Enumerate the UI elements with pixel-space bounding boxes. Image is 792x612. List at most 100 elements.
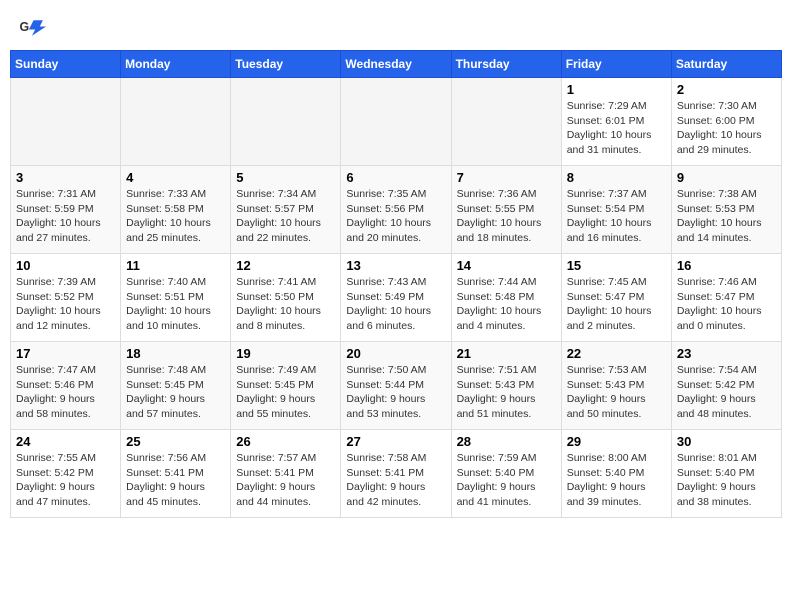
column-header-thursday: Thursday — [451, 51, 561, 78]
day-info: Sunrise: 7:49 AM Sunset: 5:45 PM Dayligh… — [236, 363, 335, 422]
calendar-cell: 12 Sunrise: 7:41 AM Sunset: 5:50 PM Dayli… — [231, 254, 341, 342]
day-info: Sunrise: 7:44 AM Sunset: 5:48 PM Dayligh… — [457, 275, 556, 334]
calendar-week-row: 1 Sunrise: 7:29 AM Sunset: 6:01 PM Daylig… — [11, 78, 782, 166]
svg-text:G: G — [20, 20, 30, 34]
calendar-cell: 8Sunrise: 7:37 AM Sunset: 5:54 PM Daylig… — [561, 166, 671, 254]
calendar-cell: 28 Sunrise: 7:59 AM Sunset: 5:40 PM Dayli… — [451, 430, 561, 518]
day-number: 28 — [457, 434, 556, 449]
day-number: 20 — [346, 346, 445, 361]
calendar-cell: 25 Sunrise: 7:56 AM Sunset: 5:41 PM Dayli… — [121, 430, 231, 518]
calendar-cell — [341, 78, 451, 166]
day-number: 12 — [236, 258, 335, 273]
day-info: Sunrise: 7:37 AM Sunset: 5:54 PM Dayligh… — [567, 187, 666, 246]
calendar-cell: 26 Sunrise: 7:57 AM Sunset: 5:41 PM Dayli… — [231, 430, 341, 518]
day-info: Sunrise: 7:47 AM Sunset: 5:46 PM Dayligh… — [16, 363, 115, 422]
logo-icon: G — [18, 14, 46, 42]
logo: G — [18, 14, 48, 38]
calendar-cell — [231, 78, 341, 166]
day-number: 22 — [567, 346, 666, 361]
day-number: 16 — [677, 258, 776, 273]
calendar-cell: 4Sunrise: 7:33 AM Sunset: 5:58 PM Daylig… — [121, 166, 231, 254]
day-info: Sunrise: 7:53 AM Sunset: 5:43 PM Dayligh… — [567, 363, 666, 422]
day-info: Sunrise: 7:48 AM Sunset: 5:45 PM Dayligh… — [126, 363, 225, 422]
calendar-cell: 23 Sunrise: 7:54 AM Sunset: 5:42 PM Dayli… — [671, 342, 781, 430]
day-info: Sunrise: 8:00 AM Sunset: 5:40 PM Dayligh… — [567, 451, 666, 510]
day-number: 26 — [236, 434, 335, 449]
day-number: 30 — [677, 434, 776, 449]
day-info: Sunrise: 7:36 AM Sunset: 5:55 PM Dayligh… — [457, 187, 556, 246]
day-number: 24 — [16, 434, 115, 449]
column-header-saturday: Saturday — [671, 51, 781, 78]
calendar-cell: 27Sunrise: 7:58 AM Sunset: 5:41 PM Dayli… — [341, 430, 451, 518]
day-info: Sunrise: 7:51 AM Sunset: 5:43 PM Dayligh… — [457, 363, 556, 422]
day-info: Sunrise: 7:40 AM Sunset: 5:51 PM Dayligh… — [126, 275, 225, 334]
calendar-cell: 21 Sunrise: 7:51 AM Sunset: 5:43 PM Dayli… — [451, 342, 561, 430]
day-number: 13 — [346, 258, 445, 273]
day-number: 21 — [457, 346, 556, 361]
day-info: Sunrise: 7:50 AM Sunset: 5:44 PM Dayligh… — [346, 363, 445, 422]
day-number: 29 — [567, 434, 666, 449]
day-number: 9 — [677, 170, 776, 185]
calendar-cell — [121, 78, 231, 166]
calendar-week-row: 10Sunrise: 7:39 AM Sunset: 5:52 PM Dayli… — [11, 254, 782, 342]
day-number: 3 — [16, 170, 115, 185]
day-number: 25 — [126, 434, 225, 449]
calendar-cell: 13Sunrise: 7:43 AM Sunset: 5:49 PM Dayli… — [341, 254, 451, 342]
day-number: 7 — [457, 170, 556, 185]
calendar-cell: 20 Sunrise: 7:50 AM Sunset: 5:44 PM Dayli… — [341, 342, 451, 430]
day-info: Sunrise: 7:31 AM Sunset: 5:59 PM Dayligh… — [16, 187, 115, 246]
calendar-cell — [451, 78, 561, 166]
calendar-cell: 30 Sunrise: 8:01 AM Sunset: 5:40 PM Dayli… — [671, 430, 781, 518]
calendar-cell: 24 Sunrise: 7:55 AM Sunset: 5:42 PM Dayli… — [11, 430, 121, 518]
day-number: 23 — [677, 346, 776, 361]
calendar-cell: 6Sunrise: 7:35 AM Sunset: 5:56 PM Daylig… — [341, 166, 451, 254]
calendar-week-row: 24 Sunrise: 7:55 AM Sunset: 5:42 PM Dayli… — [11, 430, 782, 518]
day-info: Sunrise: 7:59 AM Sunset: 5:40 PM Dayligh… — [457, 451, 556, 510]
day-info: Sunrise: 7:41 AM Sunset: 5:50 PM Dayligh… — [236, 275, 335, 334]
day-number: 5 — [236, 170, 335, 185]
calendar-cell: 19Sunrise: 7:49 AM Sunset: 5:45 PM Dayli… — [231, 342, 341, 430]
day-number: 15 — [567, 258, 666, 273]
calendar-cell: 9 Sunrise: 7:38 AM Sunset: 5:53 PM Daylig… — [671, 166, 781, 254]
calendar-cell: 22 Sunrise: 7:53 AM Sunset: 5:43 PM Dayli… — [561, 342, 671, 430]
day-info: Sunrise: 7:46 AM Sunset: 5:47 PM Dayligh… — [677, 275, 776, 334]
day-info: Sunrise: 7:54 AM Sunset: 5:42 PM Dayligh… — [677, 363, 776, 422]
calendar-cell: 7 Sunrise: 7:36 AM Sunset: 5:55 PM Daylig… — [451, 166, 561, 254]
day-info: Sunrise: 7:58 AM Sunset: 5:41 PM Dayligh… — [346, 451, 445, 510]
day-info: Sunrise: 7:29 AM Sunset: 6:01 PM Dayligh… — [567, 99, 666, 158]
calendar-cell: 18 Sunrise: 7:48 AM Sunset: 5:45 PM Dayli… — [121, 342, 231, 430]
calendar-cell: 3 Sunrise: 7:31 AM Sunset: 5:59 PM Daylig… — [11, 166, 121, 254]
day-info: Sunrise: 7:55 AM Sunset: 5:42 PM Dayligh… — [16, 451, 115, 510]
day-info: Sunrise: 7:39 AM Sunset: 5:52 PM Dayligh… — [16, 275, 115, 334]
column-header-friday: Friday — [561, 51, 671, 78]
day-number: 2 — [677, 82, 776, 97]
calendar-cell: 14Sunrise: 7:44 AM Sunset: 5:48 PM Dayli… — [451, 254, 561, 342]
day-info: Sunrise: 7:57 AM Sunset: 5:41 PM Dayligh… — [236, 451, 335, 510]
page-header: G — [10, 10, 782, 42]
day-number: 1 — [567, 82, 666, 97]
calendar-cell: 15 Sunrise: 7:45 AM Sunset: 5:47 PM Dayli… — [561, 254, 671, 342]
day-number: 18 — [126, 346, 225, 361]
calendar-week-row: 17 Sunrise: 7:47 AM Sunset: 5:46 PM Dayli… — [11, 342, 782, 430]
day-info: Sunrise: 7:38 AM Sunset: 5:53 PM Dayligh… — [677, 187, 776, 246]
column-header-sunday: Sunday — [11, 51, 121, 78]
calendar-cell: 17 Sunrise: 7:47 AM Sunset: 5:46 PM Dayli… — [11, 342, 121, 430]
calendar-cell: 16 Sunrise: 7:46 AM Sunset: 5:47 PM Dayli… — [671, 254, 781, 342]
calendar-cell: 11Sunrise: 7:40 AM Sunset: 5:51 PM Dayli… — [121, 254, 231, 342]
calendar-cell: 2Sunrise: 7:30 AM Sunset: 6:00 PM Daylig… — [671, 78, 781, 166]
day-number: 17 — [16, 346, 115, 361]
calendar-cell — [11, 78, 121, 166]
calendar-cell: 10Sunrise: 7:39 AM Sunset: 5:52 PM Dayli… — [11, 254, 121, 342]
calendar-cell: 1 Sunrise: 7:29 AM Sunset: 6:01 PM Daylig… — [561, 78, 671, 166]
day-info: Sunrise: 7:56 AM Sunset: 5:41 PM Dayligh… — [126, 451, 225, 510]
day-info: Sunrise: 7:45 AM Sunset: 5:47 PM Dayligh… — [567, 275, 666, 334]
day-number: 4 — [126, 170, 225, 185]
calendar-header-row: SundayMondayTuesdayWednesdayThursdayFrid… — [11, 51, 782, 78]
calendar-cell: 5 Sunrise: 7:34 AM Sunset: 5:57 PM Daylig… — [231, 166, 341, 254]
column-header-wednesday: Wednesday — [341, 51, 451, 78]
calendar-cell: 29 Sunrise: 8:00 AM Sunset: 5:40 PM Dayli… — [561, 430, 671, 518]
column-header-monday: Monday — [121, 51, 231, 78]
calendar-table: SundayMondayTuesdayWednesdayThursdayFrid… — [10, 50, 782, 518]
day-info: Sunrise: 7:34 AM Sunset: 5:57 PM Dayligh… — [236, 187, 335, 246]
day-info: Sunrise: 8:01 AM Sunset: 5:40 PM Dayligh… — [677, 451, 776, 510]
